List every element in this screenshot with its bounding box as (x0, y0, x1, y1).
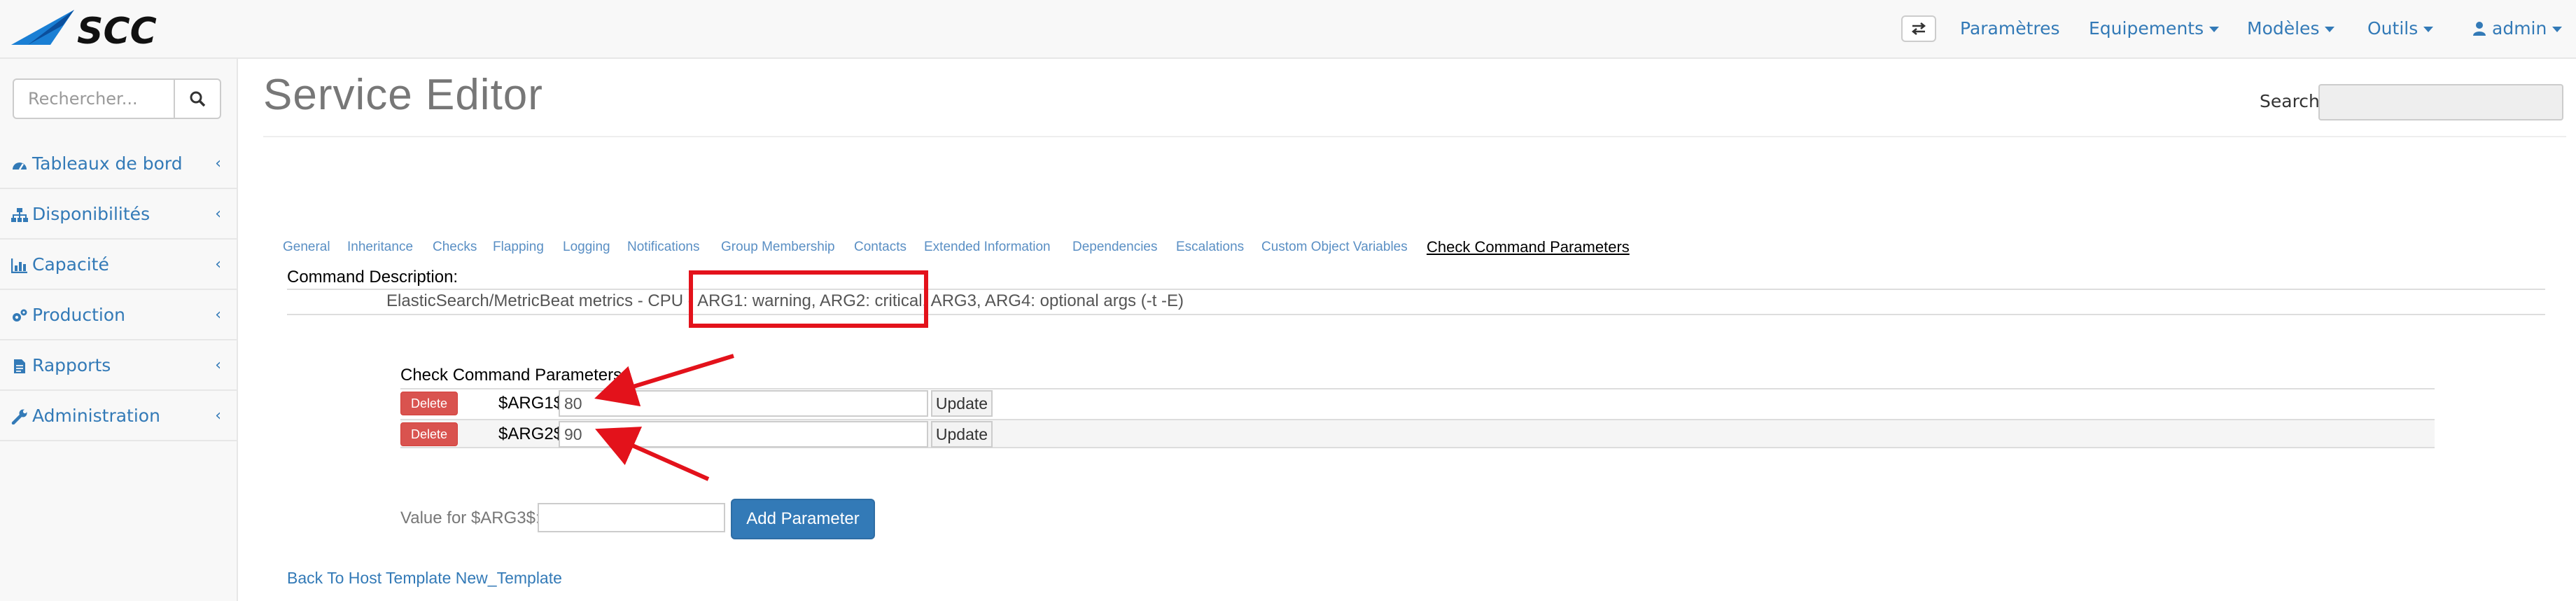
chevron-left-icon: ‹ (215, 256, 221, 273)
tab-contacts[interactable]: Contacts (854, 240, 906, 255)
sidebar-search-button[interactable] (174, 78, 221, 119)
chevron-left-icon: ‹ (215, 205, 221, 223)
caret-down-icon (2209, 27, 2220, 32)
bar-chart-icon (11, 258, 27, 273)
caret-down-icon (2325, 27, 2335, 32)
nav-parametres-label: Paramètres (1960, 18, 2060, 39)
tab-check-command-parameters[interactable]: Check Command Parameters (1427, 238, 1630, 256)
exchange-icon (1911, 22, 1926, 35)
sidebar-item-tableaux-de-bord[interactable]: Tableaux de bord ‹ (0, 139, 237, 189)
nav-outils-label: Outils (2367, 18, 2418, 39)
cogs-icon (13, 309, 27, 322)
divider (287, 314, 2545, 315)
sidebar-item-label: Capacité (32, 254, 109, 275)
sidebar-item-rapports[interactable]: Rapports ‹ (0, 340, 237, 391)
nav-equipements[interactable]: Equipements (2089, 15, 2220, 42)
command-description-label: Command Description: (287, 268, 458, 286)
file-text-icon (14, 359, 25, 373)
tab-flapping[interactable]: Flapping (493, 240, 544, 255)
parameter-name: $ARG1$: (498, 394, 568, 413)
tab-dependencies[interactable]: Dependencies (1072, 240, 1157, 255)
user-icon (2473, 22, 2486, 36)
tab-extended-information[interactable]: Extended Information (924, 240, 1051, 255)
search-icon (190, 91, 206, 107)
sidebar-item-disponibilites[interactable]: Disponibilités ‹ (0, 189, 237, 240)
nav-parametres[interactable]: Paramètres (1960, 15, 2060, 42)
sidebar-item-administration[interactable]: Administration ‹ (0, 391, 237, 441)
parameter-row: Delete $ARG2$: 90 Update (400, 419, 2435, 448)
nav-modeles-label: Modèles (2247, 18, 2320, 39)
divider (287, 289, 2545, 290)
wrench-icon (11, 409, 27, 424)
sidebar-item-label: Tableaux de bord (32, 153, 183, 174)
caret-down-icon (2423, 27, 2434, 32)
new-parameter-input[interactable] (538, 503, 725, 532)
update-button[interactable]: Update (931, 421, 993, 448)
tab-inheritance[interactable]: Inheritance (347, 240, 413, 255)
sitemap-icon (11, 208, 28, 222)
tachometer-icon (13, 163, 27, 170)
sidebar-item-label: Production (32, 305, 126, 325)
search-label: Search: (2260, 91, 2326, 111)
chevron-left-icon: ‹ (215, 306, 221, 324)
chevron-left-icon: ‹ (215, 155, 221, 172)
nav-admin[interactable]: admin (2472, 15, 2563, 42)
sidebar-item-label: Rapports (32, 355, 111, 375)
sidebar-item-production[interactable]: Production ‹ (0, 290, 237, 340)
sidebar-item-label: Disponibilités (32, 204, 150, 224)
caret-down-icon (2552, 27, 2563, 32)
back-to-host-template-link[interactable]: Back To Host Template New_Template (287, 569, 562, 588)
nav-equipements-label: Equipements (2089, 18, 2204, 39)
check-command-parameters-label: Check Command Parameters: (400, 366, 626, 385)
tab-custom-object-variables[interactable]: Custom Object Variables (1261, 240, 1408, 255)
chevron-left-icon: ‹ (215, 407, 221, 424)
logo-text: SCC (77, 11, 157, 52)
tab-checks[interactable]: Checks (433, 240, 477, 255)
chevron-left-icon: ‹ (215, 357, 221, 374)
nav-modeles[interactable]: Modèles (2247, 15, 2335, 42)
parameter-name: $ARG2$: (498, 424, 568, 443)
update-button[interactable]: Update (931, 390, 993, 417)
sidebar-item-label: Administration (32, 406, 160, 426)
search-input[interactable] (2318, 84, 2563, 120)
annotation-highlight-box (689, 270, 928, 328)
nav-outils[interactable]: Outils (2367, 15, 2434, 42)
scc-logo[interactable]: SCC (7, 4, 210, 52)
tab-logging[interactable]: Logging (563, 240, 610, 255)
add-parameter-button[interactable]: Add Parameter (731, 499, 875, 539)
nav-admin-label: admin (2492, 18, 2547, 39)
top-navbar: SCC Paramètres Equipements Modèles Outil… (0, 0, 2576, 59)
sidebar-search: Rechercher... (13, 78, 221, 119)
parameter-row: Delete $ARG1$: 80 Update (400, 388, 2435, 417)
exchange-button[interactable] (1901, 15, 1936, 42)
sidebar-item-capacite[interactable]: Capacité ‹ (0, 240, 237, 290)
page-title: Service Editor (263, 71, 543, 119)
parameter-value-input[interactable]: 90 (559, 421, 928, 448)
new-parameter-label: Value for $ARG3$: (400, 509, 540, 527)
title-divider (263, 136, 2566, 137)
tab-group-membership[interactable]: Group Membership (721, 240, 835, 255)
delete-button[interactable]: Delete (400, 422, 458, 446)
sidebar: Rechercher... Tableaux de bord ‹ Disponi… (0, 59, 238, 601)
sidebar-search-input[interactable]: Rechercher... (13, 78, 175, 119)
tab-notifications[interactable]: Notifications (627, 240, 700, 255)
tab-escalations[interactable]: Escalations (1176, 240, 1244, 255)
parameter-value-input[interactable]: 80 (559, 390, 928, 417)
delete-button[interactable]: Delete (400, 392, 458, 415)
tab-general[interactable]: General (283, 240, 330, 255)
